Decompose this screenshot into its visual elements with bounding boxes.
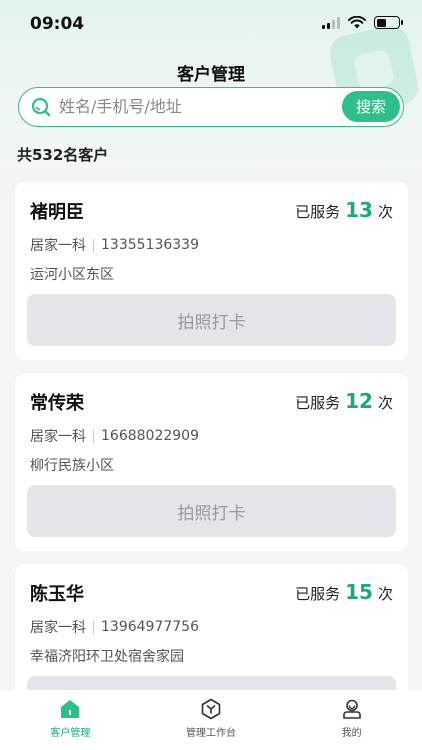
search-bar: 搜索 xyxy=(18,87,404,127)
tab-profile[interactable]: 我的 xyxy=(281,690,422,750)
customer-info: 居家一科 13964977756 xyxy=(30,617,199,637)
status-time: 09:04 xyxy=(30,14,85,34)
customer-department: 居家一科 xyxy=(30,429,86,445)
status-bar: 09:04 xyxy=(0,0,422,48)
page-title: 客户管理 xyxy=(177,65,245,85)
service-count-prefix: 已服务 xyxy=(295,203,341,221)
customer-address: 幸福济阳环卫处宿舍家园 xyxy=(30,649,184,665)
photo-checkin-button[interactable]: 拍照打卡 xyxy=(27,485,396,537)
customer-name: 陈玉华 xyxy=(30,584,84,605)
status-icons xyxy=(322,16,403,29)
service-count-value: 13 xyxy=(345,198,373,222)
customer-count: 共532名客户 xyxy=(17,146,109,164)
divider xyxy=(93,429,94,443)
photo-checkin-button[interactable]: 拍照打卡 xyxy=(27,294,396,346)
customer-phone: 13355136339 xyxy=(101,237,199,253)
customer-card[interactable]: 常传荣 已服务 12 次 居家一科 16688022909 柳行民族小区 拍照打… xyxy=(15,373,408,551)
search-icon xyxy=(31,97,51,117)
customer-name: 常传荣 xyxy=(30,393,84,414)
customer-info: 居家一科 13355136339 xyxy=(30,235,199,255)
battery-icon xyxy=(374,16,403,29)
tab-workbench[interactable]: 管理工作台 xyxy=(141,690,282,750)
customer-name: 褚明臣 xyxy=(30,202,84,223)
customer-department: 居家一科 xyxy=(30,620,86,636)
wifi-icon xyxy=(348,16,366,29)
customer-address: 运河小区东区 xyxy=(30,267,114,283)
tab-label: 我的 xyxy=(341,728,362,739)
divider xyxy=(93,238,94,252)
service-count-prefix: 已服务 xyxy=(295,394,341,412)
tab-label: 客户管理 xyxy=(50,728,91,739)
tab-bar: 客户管理 管理工作台 我的 xyxy=(0,690,422,750)
service-count-value: 15 xyxy=(345,580,373,604)
customer-address: 柳行民族小区 xyxy=(30,458,114,474)
service-count-suffix: 次 xyxy=(377,394,393,412)
profile-icon xyxy=(342,699,361,719)
divider xyxy=(93,620,94,634)
customer-info: 居家一科 16688022909 xyxy=(30,426,199,446)
service-count: 已服务 13 次 xyxy=(295,198,393,222)
customer-card[interactable]: 褚明臣 已服务 13 次 居家一科 13355136339 运河小区东区 拍照打… xyxy=(15,182,408,360)
home-icon xyxy=(61,700,80,718)
tab-customer-management[interactable]: 客户管理 xyxy=(0,690,141,750)
customer-phone: 16688022909 xyxy=(101,428,199,444)
signal-icon xyxy=(322,16,340,29)
service-count-suffix: 次 xyxy=(377,585,393,603)
service-count-value: 12 xyxy=(345,389,373,413)
customer-phone: 13964977756 xyxy=(101,619,199,635)
workbench-icon xyxy=(201,698,221,720)
service-count-prefix: 已服务 xyxy=(295,585,341,603)
service-count-suffix: 次 xyxy=(377,203,393,221)
search-button[interactable]: 搜索 xyxy=(342,91,400,122)
customer-department: 居家一科 xyxy=(30,238,86,254)
search-input[interactable] xyxy=(59,88,339,125)
tab-label: 管理工作台 xyxy=(186,728,236,739)
service-count: 已服务 15 次 xyxy=(295,580,393,604)
service-count: 已服务 12 次 xyxy=(295,389,393,413)
